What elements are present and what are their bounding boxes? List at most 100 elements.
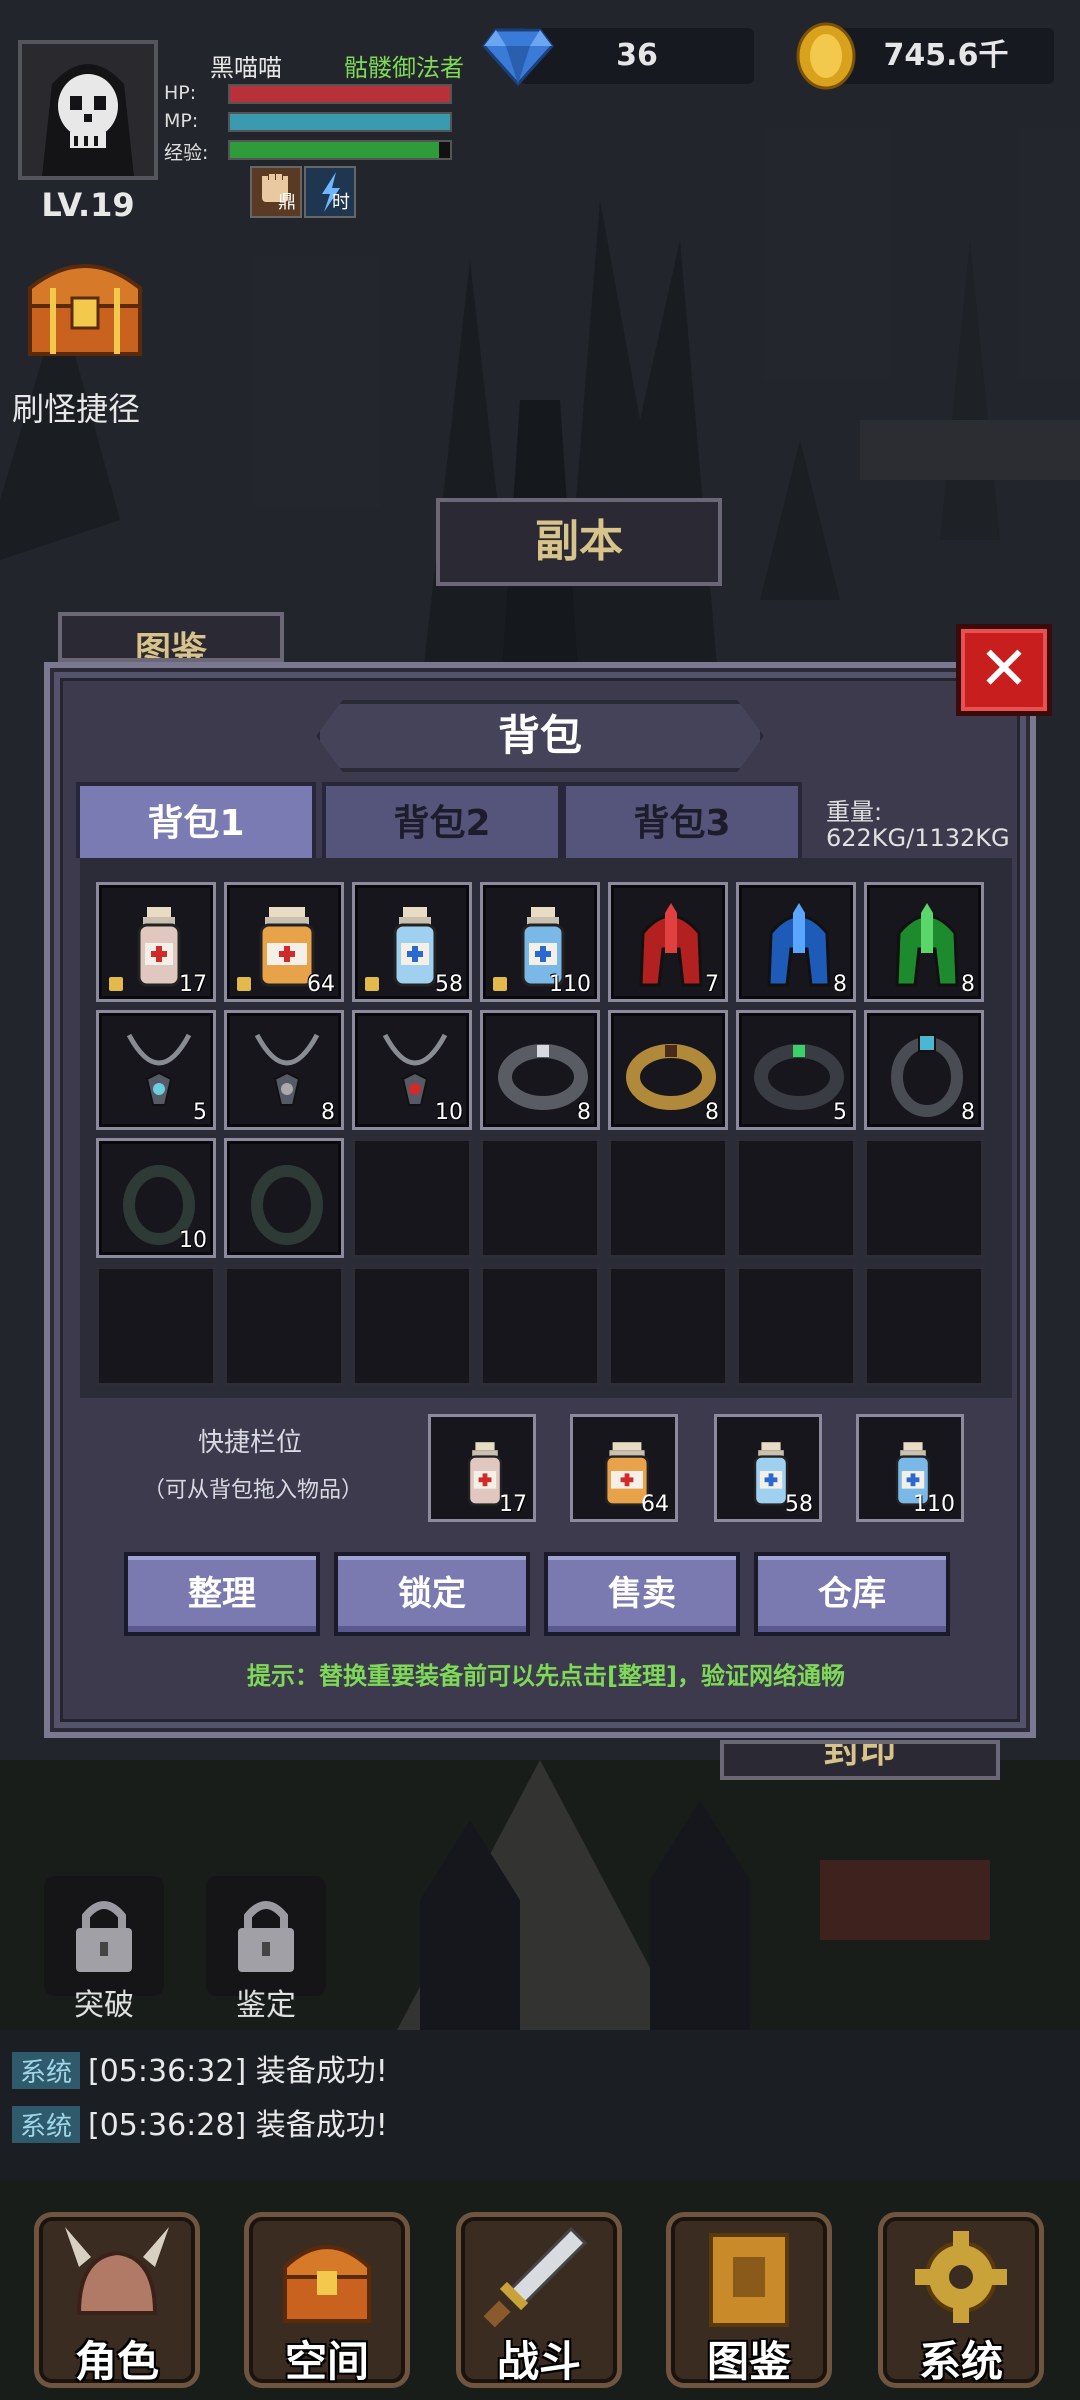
inventory-slot-empty[interactable]	[224, 1266, 344, 1386]
item-count: 8	[961, 972, 975, 997]
log-text: [05:36:32] 装备成功!	[88, 2054, 388, 2089]
weight-label: 重量:	[826, 798, 883, 826]
item-count: 5	[833, 1100, 847, 1125]
log-tag: 系统	[12, 2052, 81, 2089]
inventory-slot[interactable]: 110	[480, 882, 600, 1002]
nav-battle-label: 战斗	[496, 2337, 581, 2386]
item-count: 58	[785, 1492, 813, 1517]
log-tag: 系统	[12, 2106, 81, 2143]
hp-label: HP:	[164, 82, 197, 104]
treasure-chest-icon[interactable]	[20, 248, 150, 358]
sword-icon	[483, 2226, 588, 2328]
weight-value: 622KG/1132KG	[826, 824, 1010, 852]
buff-fist[interactable]: 鼎	[250, 166, 302, 218]
inventory-slot-empty[interactable]	[480, 1138, 600, 1258]
inventory-slot-empty[interactable]	[96, 1266, 216, 1386]
log-row: 系统 [05:36:32] 装备成功!	[12, 2046, 388, 2090]
tab-bag-2[interactable]: 背包2	[322, 782, 562, 858]
skull-icon	[22, 44, 154, 176]
lock-button[interactable]: 锁定	[334, 1552, 530, 1636]
lock-icon	[238, 1901, 294, 1972]
inventory-slot[interactable]: 5	[736, 1010, 856, 1130]
appraise-label: 鉴定	[236, 1988, 296, 2023]
inventory-slot[interactable]: 8	[608, 1010, 728, 1130]
item-count: 5	[193, 1100, 207, 1125]
nav-space-label: 空间	[284, 2337, 369, 2386]
inventory-slot[interactable]: 10	[96, 1138, 216, 1258]
lock-icon	[237, 977, 251, 991]
buff-fist-label: 鼎	[278, 192, 296, 213]
lock-icon	[493, 977, 507, 991]
inventory-slot-empty[interactable]	[864, 1266, 984, 1386]
item-count: 8	[321, 1100, 335, 1125]
shortcut-label[interactable]: 刷怪捷径	[12, 384, 140, 430]
inventory-grid: 17 64 58 110 7 8 8 5 8 10 8 8 5 8 10	[80, 858, 1012, 1398]
inventory-slot[interactable]: 8	[736, 882, 856, 1002]
player-name: 黑喵喵	[210, 54, 282, 82]
item-count: 8	[577, 1100, 591, 1125]
close-button[interactable]: ✕	[956, 624, 1052, 716]
inventory-slot[interactable]: 10	[352, 1010, 472, 1130]
gem-counter: 36	[520, 28, 754, 84]
breakthrough-label: 突破	[74, 1988, 134, 2023]
tab-bag-1[interactable]: 背包1	[76, 782, 316, 858]
inventory-slot[interactable]: 5	[96, 1010, 216, 1130]
avatar[interactable]	[18, 40, 158, 180]
nav-gallery-label: 图鉴	[706, 2337, 791, 2386]
inventory-slot-empty[interactable]	[864, 1138, 984, 1258]
inventory-slot-empty[interactable]	[480, 1266, 600, 1386]
exp-label: 经验:	[164, 142, 209, 164]
inventory-slot[interactable]: 8	[224, 1010, 344, 1130]
inventory-slot-empty[interactable]	[608, 1266, 728, 1386]
item-count: 17	[179, 972, 207, 997]
bag-title: 背包	[497, 711, 582, 760]
warehouse-button[interactable]: 仓库	[754, 1552, 950, 1636]
mp-bar	[228, 112, 452, 132]
inventory-slot-empty[interactable]	[736, 1138, 856, 1258]
inventory-slot[interactable]	[224, 1138, 344, 1258]
tab-bag-3[interactable]: 背包3	[562, 782, 802, 858]
exp-bar-fill	[230, 142, 439, 158]
appraise-button[interactable]	[206, 1876, 326, 1996]
inventory-slot[interactable]: 7	[608, 882, 728, 1002]
book-icon	[709, 2233, 789, 2327]
lock-icon	[365, 977, 379, 991]
inventory-slot[interactable]: 8	[480, 1010, 600, 1130]
item-count: 58	[435, 972, 463, 997]
item-count: 10	[435, 1100, 463, 1125]
inventory-slot[interactable]: 8	[864, 1010, 984, 1130]
inventory-slot[interactable]: 64	[224, 882, 344, 1002]
inventory-slot[interactable]: 17	[96, 882, 216, 1002]
dungeon-sign: 副本	[436, 498, 722, 586]
dark-ring-2-icon	[251, 1165, 323, 1245]
inventory-slot-empty[interactable]	[352, 1266, 472, 1386]
item-count: 64	[307, 972, 335, 997]
inventory-slot[interactable]: 8	[864, 882, 984, 1002]
diamond-icon	[482, 28, 554, 87]
inventory-slot-empty[interactable]	[608, 1138, 728, 1258]
quickbar-slot[interactable]: 17	[428, 1414, 536, 1522]
breakthrough-button[interactable]	[44, 1876, 164, 1996]
quickbar-slot[interactable]: 64	[570, 1414, 678, 1522]
hp-bar	[228, 84, 452, 104]
item-count: 7	[705, 972, 719, 997]
inventory-slot[interactable]: 58	[352, 882, 472, 1002]
chest-icon	[283, 2245, 371, 2323]
quickbar-slot[interactable]: 110	[856, 1414, 964, 1522]
lock-icon	[109, 977, 123, 991]
inventory-slot-empty[interactable]	[352, 1138, 472, 1258]
lock-icon	[76, 1901, 132, 1972]
buff-lightning[interactable]: 时	[304, 166, 356, 218]
sell-button[interactable]: 售卖	[544, 1552, 740, 1636]
nav-character-label: 角色	[74, 2337, 159, 2386]
quickbar-label: 快捷栏位	[197, 1428, 302, 1458]
gold-value: 745.6千	[883, 38, 1009, 73]
mp-label: MP:	[164, 110, 199, 132]
quickbar-slot[interactable]: 58	[714, 1414, 822, 1522]
item-count: 110	[549, 972, 591, 997]
player-title: 骷髅御法者	[344, 54, 464, 82]
gear-icon	[915, 2231, 1007, 2323]
inventory-slot-empty[interactable]	[736, 1266, 856, 1386]
item-count: 110	[913, 1492, 955, 1517]
sort-button[interactable]: 整理	[124, 1552, 320, 1636]
